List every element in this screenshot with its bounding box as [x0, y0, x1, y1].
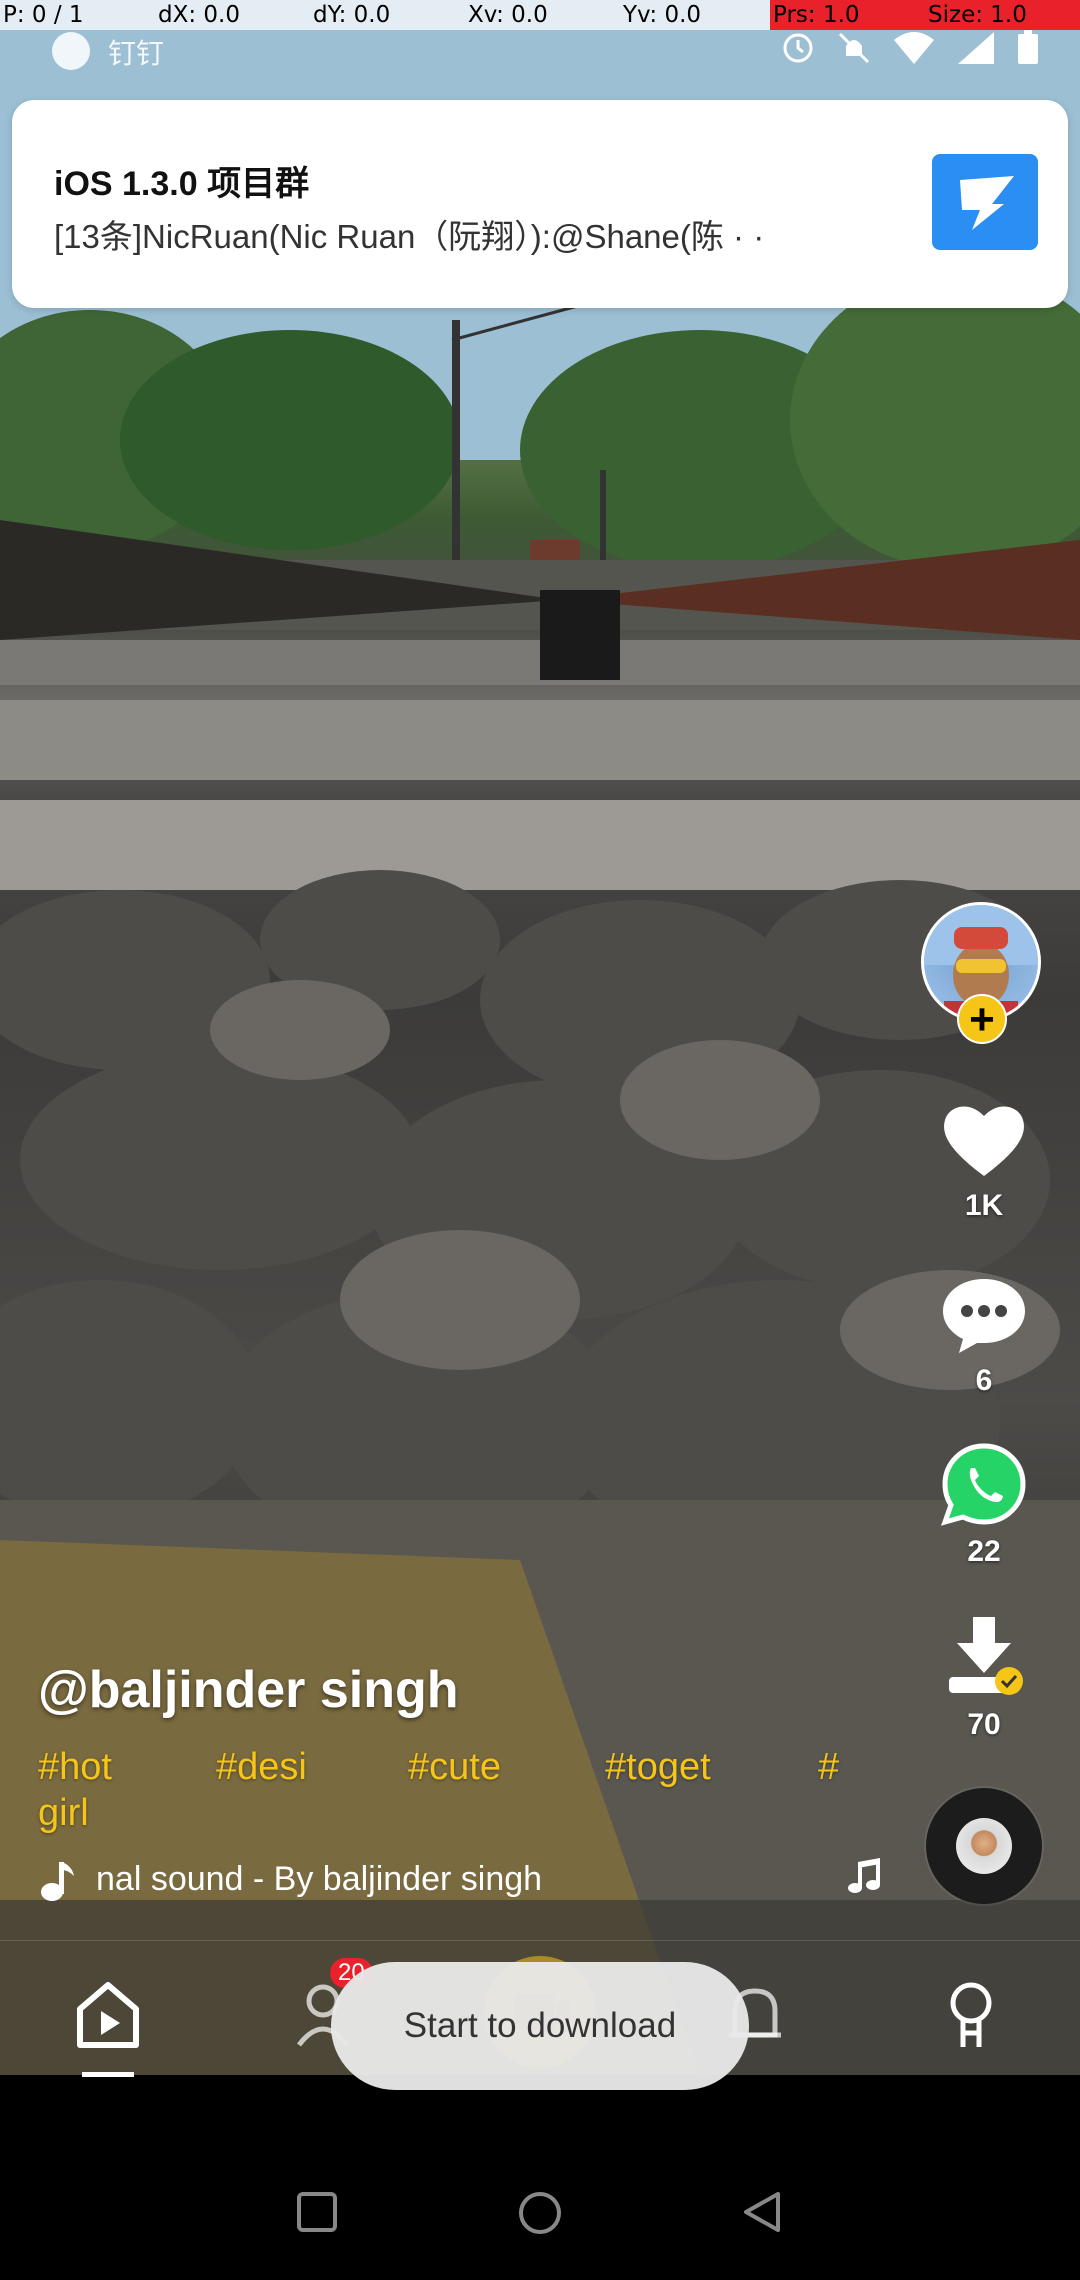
dingtalk-icon [932, 154, 1038, 250]
creator-username[interactable]: @baljinder singh [38, 1660, 459, 1720]
battery-icon [1018, 30, 1038, 64]
touch-size: Size: 1.0 [925, 0, 1080, 30]
mute-icon [838, 32, 870, 64]
velocity-y: Yv: 0.0 [620, 0, 770, 30]
active-tab-indicator [82, 2072, 134, 2077]
share-count: 22 [967, 1535, 1001, 1568]
download-icon [949, 1617, 1023, 1695]
video-frame-image [0, 0, 1080, 2075]
toast-message: Start to download [331, 1962, 749, 2090]
like-button[interactable]: 1K [924, 1100, 1044, 1223]
music-notes-icon [848, 1858, 880, 1893]
nav-home[interactable] [68, 1975, 148, 2055]
music-disc-button[interactable] [926, 1788, 1042, 1904]
dingtalk-status-icon [52, 32, 90, 70]
download-button[interactable]: 70 [924, 1615, 1044, 1742]
music-note-icon [41, 1862, 74, 1901]
screen: P: 0 / 1 dX: 0.0 dY: 0.0 Xv: 0.0 Yv: 0.0… [0, 0, 1080, 2280]
system-navigation-bar [0, 2075, 1080, 2280]
home-circle-icon[interactable] [517, 2190, 563, 2236]
status-bar: 钉钉 [0, 30, 1080, 80]
download-count: 70 [967, 1708, 1001, 1741]
pointer-count: P: 0 / 1 [0, 0, 155, 30]
pointer-location-bar: P: 0 / 1 dX: 0.0 dY: 0.0 Xv: 0.0 Yv: 0.0… [0, 0, 1080, 30]
signal-icon [958, 32, 994, 64]
wifi-icon [894, 32, 934, 64]
like-count: 1K [964, 1189, 1004, 1222]
whatsapp-icon [941, 1443, 1026, 1526]
status-app-name: 钉钉 [108, 38, 165, 69]
hashtag-link[interactable]: #toget [605, 1746, 711, 1789]
sound-avatar [956, 1818, 1012, 1874]
comment-count: 6 [975, 1364, 993, 1397]
pressure: Prs: 1.0 [770, 0, 925, 30]
back-icon[interactable] [740, 2190, 784, 2234]
recent-apps-icon[interactable] [295, 2190, 339, 2234]
notification-banner[interactable]: iOS 1.3.0 项目群 [13条]NicRuan(Nic Ruan（阮翔）)… [12, 100, 1068, 308]
hashtag-link[interactable]: #desi [216, 1746, 307, 1789]
delta-x: dX: 0.0 [155, 0, 310, 30]
hashtag-link[interactable]: #cute [408, 1746, 501, 1789]
home-icon [77, 1982, 139, 2048]
heart-icon [944, 1106, 1024, 1176]
notification-body: [13条]NicRuan(Nic Ruan（阮翔）):@Shane(陈 · · [54, 218, 765, 255]
comment-button[interactable]: 6 [924, 1275, 1044, 1398]
profile-icon [950, 1982, 992, 2047]
creator-avatar-button[interactable]: + [921, 902, 1049, 1044]
hashtag-link[interactable]: # [818, 1746, 839, 1789]
velocity-x: Xv: 0.0 [465, 0, 620, 30]
video-player[interactable] [0, 0, 1080, 2075]
delta-y: dY: 0.0 [310, 0, 465, 30]
alarm-icon [783, 33, 813, 63]
comment-icon [943, 1279, 1025, 1353]
share-button[interactable]: 22 [924, 1442, 1044, 1569]
hashtag-link[interactable]: #hot [38, 1746, 112, 1789]
sound-row[interactable]: nal sound - By baljinder singh [38, 1858, 898, 1904]
follow-plus-icon[interactable]: + [957, 994, 1007, 1044]
status-icons [780, 30, 1040, 66]
nav-profile[interactable] [931, 1975, 1011, 2055]
hashtag-link[interactable]: girl [38, 1792, 89, 1835]
sound-title: nal sound - By baljinder singh [96, 1860, 543, 1898]
notification-title: iOS 1.3.0 项目群 [54, 165, 310, 203]
